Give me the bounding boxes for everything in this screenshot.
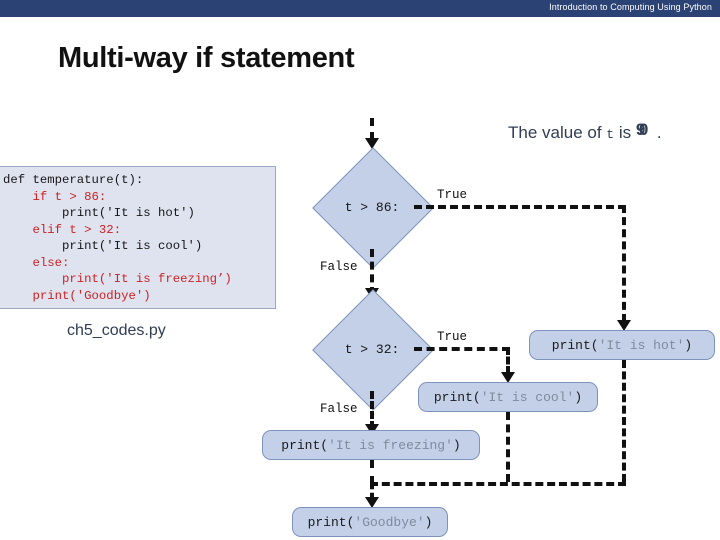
code-line: if t > 86: — [3, 189, 107, 204]
value-caption: The value of t is 90. — [508, 120, 662, 143]
stmt-print-freezing-call: print( — [281, 437, 329, 453]
course-title: Introduction to Computing Using Python — [549, 2, 712, 12]
flow-line-true-2-v — [506, 347, 510, 374]
flow-line-true-1-h — [414, 205, 626, 209]
code-line: print('It is cool') — [3, 239, 203, 253]
code-line: else: — [3, 255, 70, 270]
flow-line-hot-out — [622, 360, 626, 482]
code-line: print('It is freezing’) — [3, 272, 232, 286]
flow-line-merge-rail — [370, 482, 626, 486]
code-listing: def temperature(t): if t > 86: print('It… — [3, 172, 232, 304]
flow-line-cool-out — [506, 412, 510, 482]
caption-value-stack: 90 — [636, 120, 657, 139]
caption-suffix: . — [656, 123, 662, 142]
caption-middle: is — [614, 123, 636, 142]
stmt-print-hot-call: print( — [551, 337, 599, 353]
stmt-print-hot-close: ) — [684, 337, 693, 353]
caption-value-b: 0 — [638, 120, 649, 139]
code-line: def temperature(t): — [3, 173, 144, 187]
flow-line-true-1-v — [622, 205, 626, 322]
decision-t-gt-86-label: t > 86: — [344, 200, 400, 215]
decision-t-gt-32-true-label: True — [436, 330, 469, 344]
caption-prefix: The value of — [508, 123, 607, 142]
stmt-print-hot-string: 'It is hot' — [598, 337, 685, 353]
stmt-print-freezing: print('It is freezing') — [262, 430, 480, 460]
stmt-print-freezing-close: ) — [452, 437, 461, 453]
code-line: print('It is hot') — [3, 206, 195, 220]
page-title: Multi-way if statement — [58, 42, 355, 74]
code-filename-label: ch5_codes.py — [67, 322, 166, 339]
flow-line-freezing-out — [370, 460, 374, 484]
decision-t-gt-86-true-label: True — [436, 188, 469, 202]
decision-t-gt-32-false-label: False — [319, 402, 359, 416]
stmt-print-goodbye-string: 'Goodbye' — [354, 514, 425, 530]
stmt-print-freezing-string: 'It is freezing' — [328, 437, 453, 453]
stmt-print-cool-string: 'It is cool' — [480, 389, 575, 405]
flow-line-entry — [370, 118, 374, 140]
code-line: print('Goodbye') — [3, 288, 151, 303]
stmt-print-cool: print('It is cool') — [418, 382, 598, 412]
caption-variable: t — [606, 127, 615, 142]
stmt-print-goodbye-close: ) — [424, 514, 433, 530]
code-panel: def temperature(t): if t > 86: print('It… — [0, 166, 276, 309]
stmt-print-hot: print('It is hot') — [529, 330, 715, 360]
stmt-print-goodbye: print('Goodbye') — [292, 507, 448, 537]
stmt-print-cool-call: print( — [433, 389, 481, 405]
flow-line-true-2-h — [414, 347, 510, 351]
stmt-print-cool-close: ) — [574, 389, 583, 405]
code-line: elif t > 32: — [3, 222, 122, 237]
decision-t-gt-32-label: t > 32: — [344, 342, 400, 357]
stmt-print-goodbye-call: print( — [307, 514, 355, 530]
decision-t-gt-86-false-label: False — [319, 260, 359, 274]
